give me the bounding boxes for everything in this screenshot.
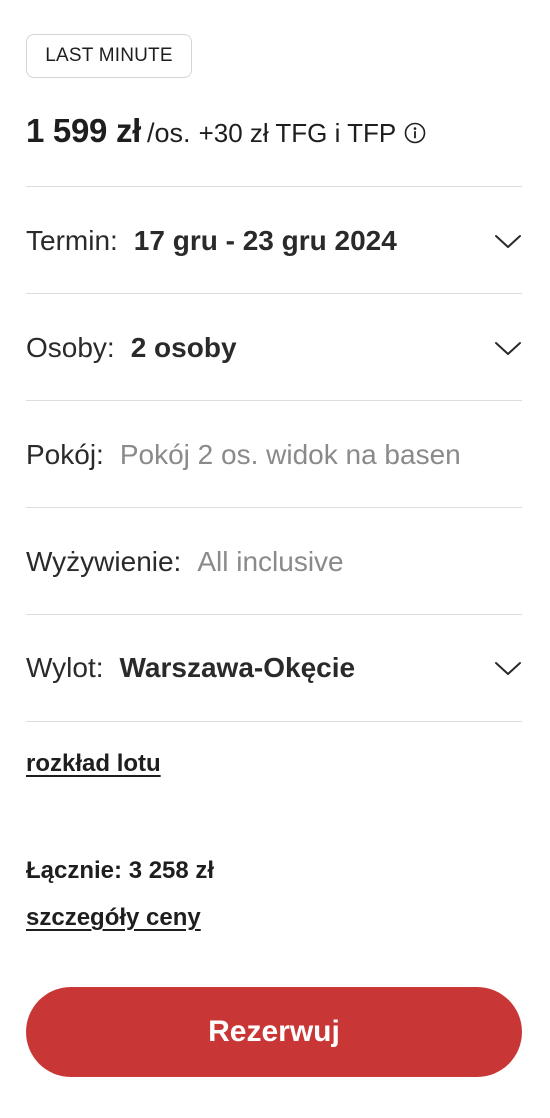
price-summary: 1 599 zł /os. +30 zł TFG i TFP: [26, 112, 426, 160]
termin-value: 17 gru - 23 gru 2024: [133, 225, 397, 256]
chevron-down-icon[interactable]: [494, 338, 522, 358]
osoby-value: 2 osoby: [130, 332, 237, 363]
badge-label: LAST MINUTE: [45, 45, 173, 66]
wyzywienie-value: All inclusive: [197, 546, 344, 577]
row-osoby[interactable]: Osoby: 2 osoby: [26, 318, 522, 378]
flight-schedule-link[interactable]: rozkład lotu: [26, 750, 161, 778]
price-extra-fees: +30 zł TFG i TFP: [198, 118, 397, 148]
divider: [26, 186, 522, 187]
row-pokoj: Pokój: Pokój 2 os. widok na basen: [26, 425, 522, 485]
price-unit: /os.: [147, 118, 191, 148]
reserve-button[interactable]: Rezerwuj: [26, 987, 522, 1077]
divider: [26, 507, 522, 508]
pokoj-label: Pokój:: [26, 439, 104, 470]
termin-label: Termin:: [26, 225, 118, 256]
divider: [26, 293, 522, 294]
chevron-down-icon[interactable]: [494, 231, 522, 251]
divider: [26, 721, 522, 722]
row-termin[interactable]: Termin: 17 gru - 23 gru 2024: [26, 211, 522, 271]
price-details-link[interactable]: szczegóły ceny: [26, 904, 201, 932]
price-per-person: 1 599 zł: [26, 112, 142, 149]
chevron-down-icon[interactable]: [494, 658, 522, 678]
wylot-label: Wylot:: [26, 652, 104, 683]
info-icon[interactable]: [404, 122, 426, 144]
pokoj-value: Pokój 2 os. widok na basen: [119, 439, 461, 470]
wylot-value: Warszawa-Okęcie: [119, 652, 356, 683]
osoby-label: Osoby:: [26, 332, 115, 363]
row-wyzywienie: Wyżywienie: All inclusive: [26, 532, 522, 592]
row-wylot[interactable]: Wylot: Warszawa-Okęcie: [26, 638, 522, 698]
total-price: Łącznie: 3 258 zł: [26, 857, 215, 884]
divider: [26, 614, 522, 615]
last-minute-badge: LAST MINUTE: [26, 34, 192, 78]
divider: [26, 400, 522, 401]
wyzywienie-label: Wyżywienie:: [26, 546, 182, 577]
